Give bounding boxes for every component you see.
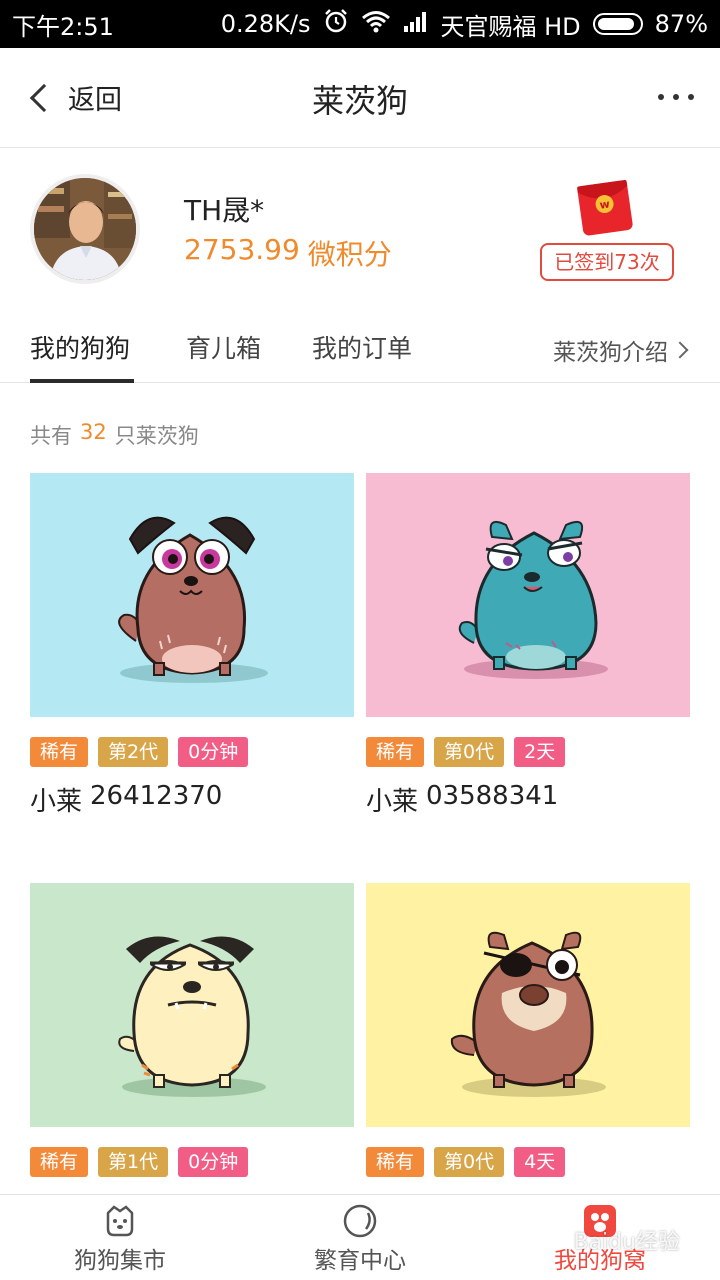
dog-tags: 稀有 第0代 4天 [366,1147,690,1177]
dog-card[interactable]: 稀有 第2代 0分钟 小莱 26412370 [30,473,354,818]
points-value: 2753.99 [184,233,300,266]
navigation-bar: 返回 莱茨狗 [0,48,720,148]
dog-name: 小莱 03588341 [366,781,690,818]
dog-name-prefix: 小莱 [366,787,419,817]
dog-face-icon [102,1203,138,1239]
nav-label: 繁育中心 [314,1248,406,1274]
red-envelope-icon[interactable]: w [574,177,636,237]
checkin-badge[interactable]: 已签到73次 [540,243,674,281]
cooldown-tag: 0分钟 [178,737,249,767]
dog-card[interactable]: 稀有 第0代 4天 [366,883,690,1177]
dog-tags: 稀有 第1代 0分钟 [30,1147,354,1177]
battery-icon [592,13,643,35]
generation-tag: 第0代 [434,1147,505,1177]
intro-link[interactable]: 莱茨狗介绍 [553,333,689,367]
dog-id: 26412370 [90,781,223,811]
active-tab-indicator [30,379,134,383]
dog-image[interactable] [366,473,690,717]
cooldown-tag: 4天 [514,1147,566,1177]
dog-illustration [30,473,354,717]
dog-image[interactable] [30,473,354,717]
dog-count: 共有 32 只莱茨狗 [30,420,199,450]
dog-name-prefix: 小莱 [30,787,83,817]
svg-text:w: w [599,197,611,211]
carrier-name: 天官赐福 HD [440,12,581,41]
points-unit: 微积分 [307,238,392,271]
circle-icon [342,1203,378,1239]
more-options-button[interactable] [658,94,694,100]
tab-bar: 我的狗狗 育儿箱 我的订单 莱茨狗介绍 [0,299,720,383]
tab-my-orders[interactable]: 我的订单 [312,329,412,365]
page-title: 莱茨狗 [311,82,408,120]
dog-illustration [30,883,354,1127]
user-profile-section: TH晟* 2753.99 微积分 w 已签到73次 [0,149,720,299]
avatar[interactable] [30,174,140,284]
status-time: 下午2:51 [12,12,114,41]
cooldown-tag: 2天 [514,737,566,767]
dog-name: 小莱 26412370 [30,781,354,818]
generation-tag: 第2代 [98,737,169,767]
battery-percent: 87% [654,10,708,38]
count-prefix: 共有 [30,424,72,448]
dog-id: 03588341 [426,781,559,811]
intro-link-label: 莱茨狗介绍 [553,340,668,366]
dog-illustration [366,883,690,1127]
status-right-group: 0.28K/s 天官赐福 HD 87% [221,7,708,42]
rarity-tag: 稀有 [30,737,89,767]
nav-label: 狗狗集市 [74,1248,166,1274]
more-dot-icon [688,94,694,100]
network-speed: 0.28K/s [220,10,311,38]
nav-dog-market[interactable]: 狗狗集市 [0,1195,240,1280]
cooldown-tag: 0分钟 [178,1147,249,1177]
nav-breeding-center[interactable]: 繁育中心 [240,1195,480,1280]
user-name: TH晟* [184,194,265,227]
more-dot-icon [673,94,679,100]
count-number: 32 [80,420,107,444]
dog-card[interactable]: 稀有 第0代 2天 小莱 03588341 [366,473,690,818]
alarm-icon [323,8,349,40]
dog-image[interactable] [30,883,354,1127]
dog-card[interactable]: 稀有 第1代 0分钟 [30,883,354,1177]
tab-my-dogs[interactable]: 我的狗狗 [30,329,130,365]
rarity-tag: 稀有 [30,1147,89,1177]
signal-icon [403,10,429,38]
dog-tags: 稀有 第2代 0分钟 [30,737,354,767]
generation-tag: 第0代 [434,737,505,767]
rarity-tag: 稀有 [366,737,425,767]
chevron-right-icon [671,341,689,359]
count-suffix: 只莱茨狗 [114,424,199,448]
dog-image[interactable] [366,883,690,1127]
tab-nursery[interactable]: 育儿箱 [186,329,261,365]
user-points: 2753.99 微积分 [184,233,392,273]
more-dot-icon [658,94,664,100]
rarity-tag: 稀有 [366,1147,425,1177]
dog-illustration [366,473,690,717]
wifi-icon [361,9,391,39]
watermark: Baidu经验 [573,1230,680,1255]
dog-tags: 稀有 第0代 2天 [366,737,690,767]
generation-tag: 第1代 [98,1147,169,1177]
status-bar: 下午2:51 0.28K/s 天官赐福 HD 87% [0,0,720,48]
